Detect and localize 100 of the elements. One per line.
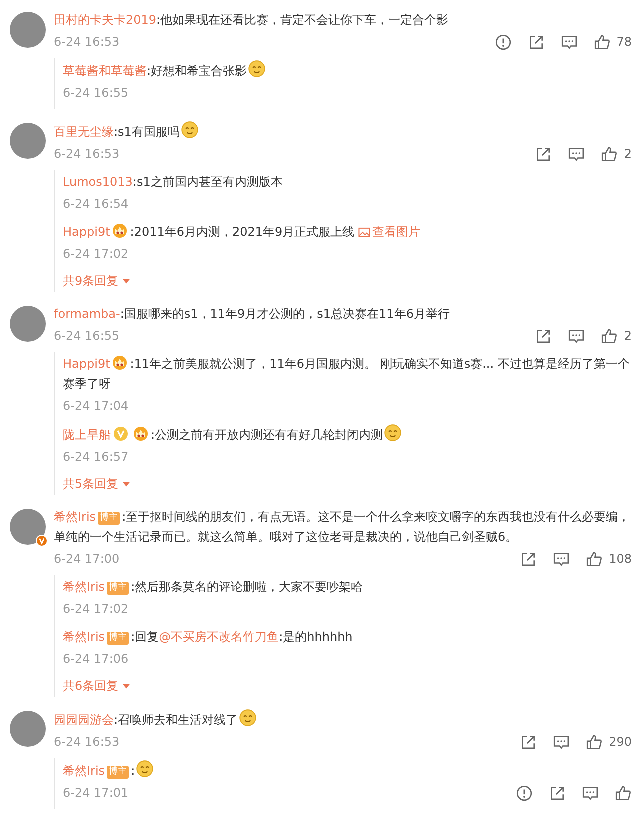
share-icon xyxy=(520,734,538,750)
blogger-badge: 博主 xyxy=(107,632,130,645)
share-button[interactable] xyxy=(520,734,538,750)
comment-text: 希然Iris 博主 :然后那条莫名的评论删啦，大家不要吵架哈 xyxy=(63,579,364,597)
like-icon xyxy=(615,784,632,802)
comment-text: 陇上旱船 :公测之前有开放内测还有有好几轮封闭内测 xyxy=(63,424,632,445)
comment-text: 百里无尘缘:s1有国服吗 xyxy=(54,121,632,142)
timestamp: 6-24 17:00 xyxy=(54,552,120,566)
share-button[interactable] xyxy=(535,146,552,162)
username-link[interactable]: 希然Iris xyxy=(63,580,106,594)
username-link[interactable]: Lumos1013 xyxy=(63,175,133,189)
like-button[interactable]: 290 xyxy=(586,734,632,750)
comment-text: 草莓酱和草莓酱:好想和希宝合张影 xyxy=(63,60,632,81)
blogger-badge: 博主 xyxy=(107,766,130,779)
comment-button[interactable] xyxy=(582,784,599,802)
report-button[interactable] xyxy=(494,34,512,50)
timestamp: 6-24 16:53 xyxy=(54,735,120,749)
verified-icon xyxy=(113,426,129,442)
like-button[interactable]: 2 xyxy=(601,328,632,344)
comment-icon xyxy=(553,550,570,568)
mention-link[interactable]: @不买房不改名竹刀鱼 xyxy=(159,630,280,644)
share-icon xyxy=(528,34,545,50)
like-count: 290 xyxy=(609,735,632,749)
timestamp: 6-24 16:54 xyxy=(63,197,129,211)
username-link[interactable]: 希然Iris xyxy=(54,510,96,524)
username-link[interactable]: 田村的卡夫卡2019 xyxy=(54,13,157,27)
comment-text: 园园园游会:召唤师去和生活对线了 xyxy=(54,709,632,730)
avatar[interactable] xyxy=(10,123,46,159)
share-icon xyxy=(535,328,552,344)
emoji-icon xyxy=(384,424,402,442)
timestamp: 6-24 16:55 xyxy=(54,329,120,343)
username-link[interactable]: 陇上旱船 xyxy=(63,428,111,442)
like-icon xyxy=(594,34,611,50)
share-button[interactable] xyxy=(549,784,566,802)
like-count: 108 xyxy=(609,552,632,566)
share-button[interactable] xyxy=(528,34,545,50)
like-button[interactable] xyxy=(615,784,632,802)
caret-icon xyxy=(122,480,131,488)
avatar[interactable] xyxy=(10,12,46,48)
like-icon xyxy=(601,146,618,162)
share-button[interactable] xyxy=(535,328,552,344)
report-button[interactable] xyxy=(516,784,533,802)
view-image-link[interactable]: 查看图片 xyxy=(354,225,421,239)
comment-button[interactable] xyxy=(560,34,578,50)
avatar[interactable] xyxy=(10,711,46,747)
blogger-badge: 博主 xyxy=(107,582,130,595)
username-link[interactable]: Happi9t xyxy=(63,357,110,371)
avatar[interactable] xyxy=(10,306,46,342)
caret-icon xyxy=(122,276,131,286)
comment-text: 希然Iris 博主 : xyxy=(63,760,632,781)
comment-button[interactable] xyxy=(553,734,570,750)
like-button[interactable]: 78 xyxy=(594,34,632,50)
more-replies-link[interactable]: 共6条回复 xyxy=(63,675,131,697)
comment-button[interactable] xyxy=(568,328,586,344)
caret-icon xyxy=(122,682,131,690)
like-count: 78 xyxy=(616,35,632,49)
comment-text: Lumos1013:s1之前国内甚至有内测版本 xyxy=(63,174,284,191)
username-link[interactable]: 百里无尘缘 xyxy=(54,125,114,139)
like-icon xyxy=(586,550,604,568)
timestamp: 6-24 17:01 xyxy=(63,786,129,800)
username-link[interactable]: 希然Iris xyxy=(63,764,106,778)
avatar[interactable] xyxy=(10,509,46,545)
timestamp: 6-24 17:04 xyxy=(63,399,129,413)
comment-text: formamba-:国服哪来的s1，11年9月才公测的，s1总决赛在11年6月举行 xyxy=(54,306,451,323)
comment-text: Happi9t :2011年6月内测，2021年9月正式服上线 查看图片 xyxy=(63,222,422,241)
report-icon xyxy=(516,784,533,802)
username-link[interactable]: formamba- xyxy=(54,307,120,321)
timestamp: 6-24 16:55 xyxy=(63,86,129,100)
more-replies-link[interactable]: 共9条回复 xyxy=(63,270,131,292)
more-replies-link[interactable]: 共5条回复 xyxy=(63,473,131,495)
username-link[interactable]: Happi9t xyxy=(63,225,110,239)
comment-icon xyxy=(553,734,570,750)
comment-text: 希然Iris 博主 :回复@不买房不改名竹刀鱼:是的hhhhhh xyxy=(63,629,354,647)
comment-text: Happi9t :11年之前美服就公测了，11年6月国服内测。 刚玩确实不知道s赛... 不过也算是经历了第一个赛季了呀 xyxy=(63,354,631,393)
comment-icon xyxy=(560,34,578,50)
emoji-icon xyxy=(239,709,258,727)
comment-icon xyxy=(582,784,599,802)
emoji-icon xyxy=(180,121,199,139)
like-icon xyxy=(601,328,618,344)
timestamp: 6-24 16:57 xyxy=(63,450,129,464)
timestamp: 6-24 17:06 xyxy=(63,652,129,666)
username-link[interactable]: 园园园游会 xyxy=(54,713,114,727)
username-link[interactable]: 希然Iris xyxy=(63,630,106,644)
share-icon xyxy=(549,784,566,802)
like-button[interactable]: 108 xyxy=(586,550,632,568)
emoji-icon xyxy=(136,760,154,778)
share-button[interactable] xyxy=(520,550,538,568)
medal-icon xyxy=(133,426,149,442)
share-icon xyxy=(535,146,552,162)
comment-text: 田村的卡夫卡2019:他如果现在还看比赛，肯定不会让你下车，一定合个影 xyxy=(54,12,450,29)
like-count: 2 xyxy=(624,329,632,343)
medal-icon xyxy=(112,223,128,239)
like-icon xyxy=(586,734,604,750)
comment-button[interactable] xyxy=(568,146,586,162)
medal-icon xyxy=(112,355,128,371)
comment-button[interactable] xyxy=(553,550,570,568)
comment-icon xyxy=(568,328,586,344)
comment-text: 希然Iris 博主 :至于抠时间线的朋友们，有点无语。这不是一个什么拿来咬文嚼字的东西我也没有什么必要编，单纯的一个生活记录而已。就这么简单。哦对了这位老哥是裁决的，说他自己剑圣贼6。 xyxy=(54,509,632,546)
like-button[interactable]: 2 xyxy=(601,146,632,162)
username-link[interactable]: 草莓酱和草莓酱 xyxy=(63,64,147,78)
